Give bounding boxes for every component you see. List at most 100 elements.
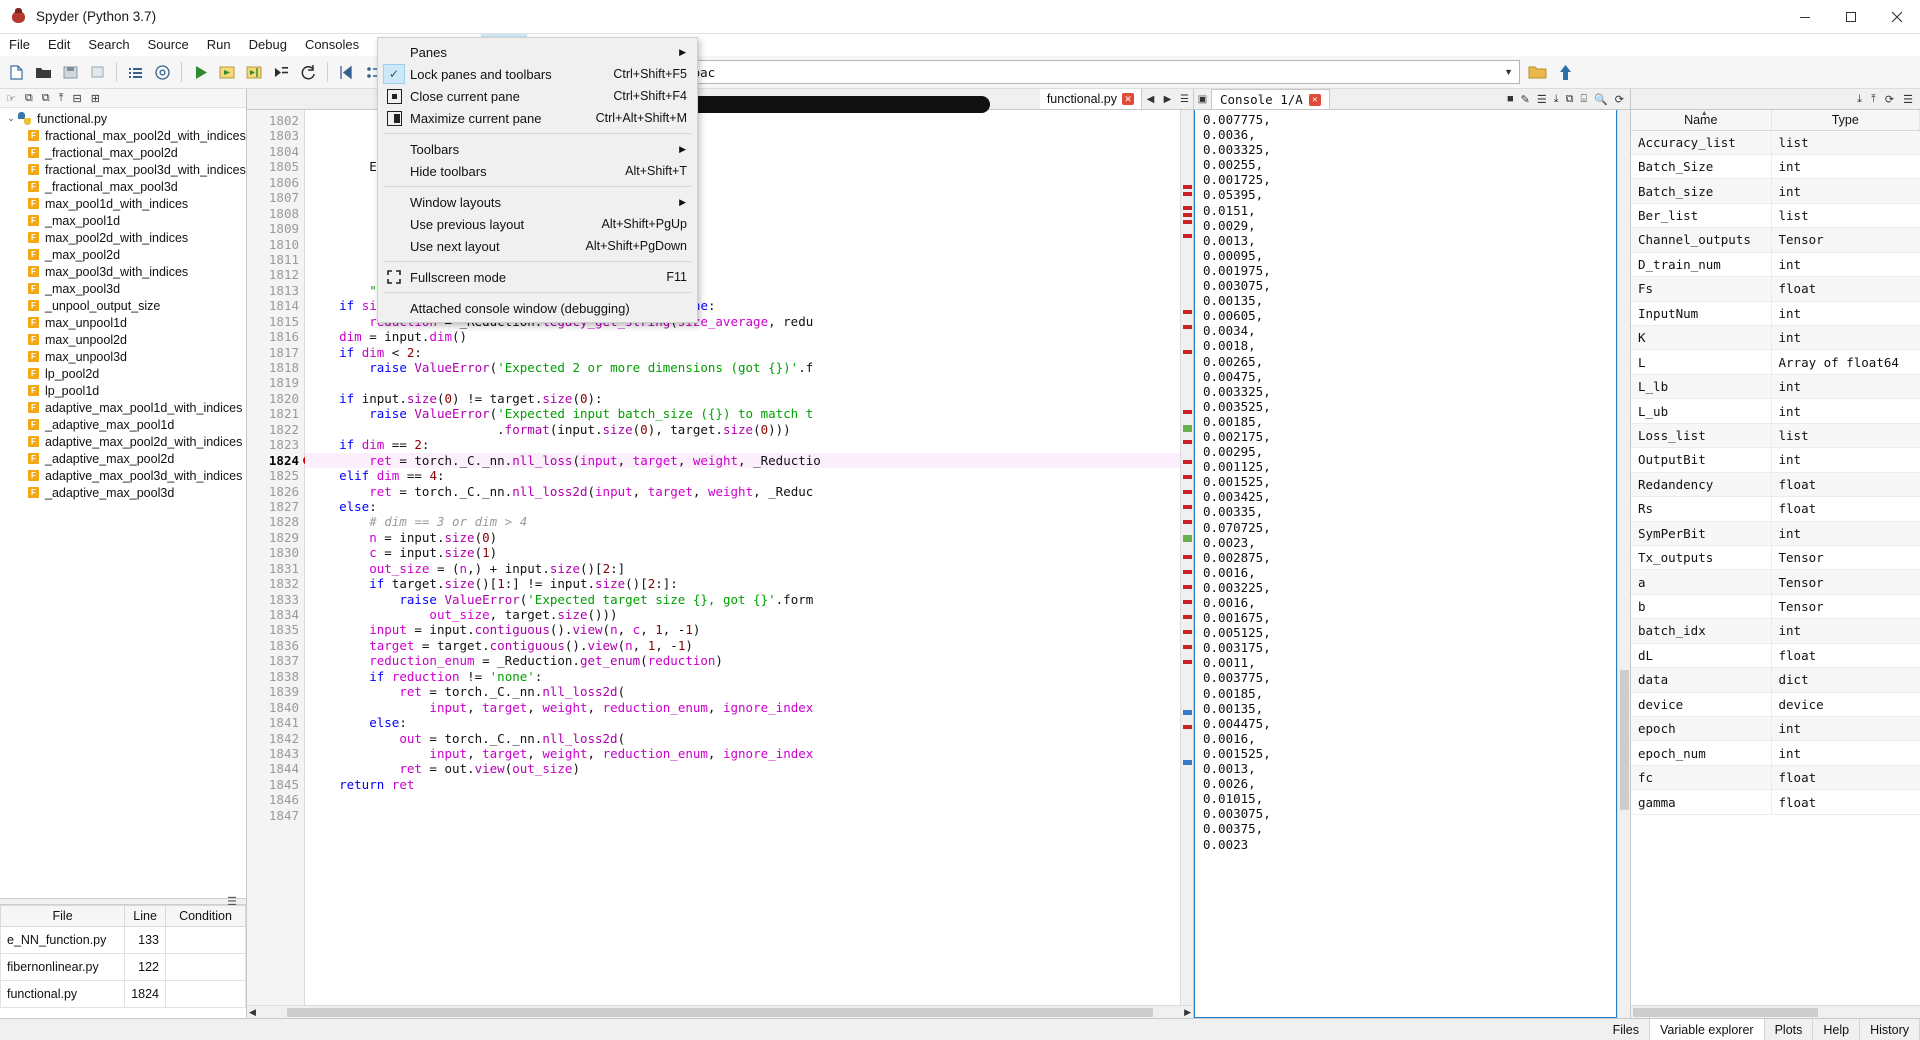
- table-row[interactable]: a Tensor: [1631, 569, 1920, 595]
- minimize-button[interactable]: [1782, 0, 1828, 34]
- code-line[interactable]: ret = out.view(out_size): [305, 761, 1180, 776]
- outline-explorer[interactable]: ⌄ functional.py Ffractional_max_pool2d_w…: [0, 108, 246, 898]
- save-all-icon[interactable]: [85, 60, 110, 85]
- table-row[interactable]: Redandency float: [1631, 472, 1920, 498]
- code-line[interactable]: [305, 792, 1180, 807]
- code-line[interactable]: target = target.contiguous().view(n, 1, …: [305, 638, 1180, 653]
- pen-icon[interactable]: ✎: [1521, 93, 1530, 106]
- outline-item[interactable]: F _max_pool2d: [0, 246, 246, 263]
- bp-col-line[interactable]: Line: [124, 905, 166, 927]
- line-number[interactable]: 1815: [247, 314, 304, 329]
- table-row[interactable]: b Tensor: [1631, 594, 1920, 620]
- outline-item[interactable]: F _unpool_output_size: [0, 297, 246, 314]
- code-line[interactable]: input = input.contiguous().view(n, c, 1,…: [305, 622, 1180, 637]
- line-number[interactable]: 1830: [247, 545, 304, 560]
- console-scrollbar[interactable]: [1617, 110, 1630, 1018]
- table-row[interactable]: epoch int: [1631, 716, 1920, 742]
- line-number[interactable]: 1831: [247, 561, 304, 576]
- bottom-tab-help[interactable]: Help: [1813, 1019, 1861, 1040]
- collapse-all-icon[interactable]: ⊟: [72, 92, 81, 105]
- save-file-icon[interactable]: [58, 60, 83, 85]
- outline-item[interactable]: F _fractional_max_pool3d: [0, 178, 246, 195]
- tab-list-icon[interactable]: ☰: [1176, 89, 1193, 109]
- variable-explorer-table-wrap[interactable]: ▲ Name Type Accuracy_list list Batch_Size i…: [1631, 110, 1920, 1005]
- panel-splitter[interactable]: ☰: [0, 896, 246, 908]
- table-row[interactable]: Fs float: [1631, 276, 1920, 302]
- line-number[interactable]: 1827: [247, 499, 304, 514]
- run-file-icon[interactable]: [188, 60, 213, 85]
- line-number[interactable]: 1809: [247, 221, 304, 236]
- line-number[interactable]: 1847: [247, 808, 304, 823]
- code-line[interactable]: dim = input.dim(): [305, 329, 1180, 344]
- menu-debug[interactable]: Debug: [240, 34, 296, 55]
- table-row[interactable]: data dict: [1631, 667, 1920, 693]
- view-menu-item-attached-console-window-debugging[interactable]: Attached console window (debugging): [378, 297, 697, 319]
- table-row[interactable]: fibernonlinear.py 122: [0, 953, 246, 981]
- list-icon[interactable]: [123, 60, 148, 85]
- code-line[interactable]: n = input.size(0): [305, 530, 1180, 545]
- table-row[interactable]: Loss_list list: [1631, 423, 1920, 449]
- line-number[interactable]: 1803: [247, 128, 304, 143]
- at-icon[interactable]: [150, 60, 175, 85]
- copy-icon[interactable]: ⧉: [1566, 93, 1574, 106]
- table-row[interactable]: epoch_num int: [1631, 740, 1920, 766]
- close-button[interactable]: [1874, 0, 1920, 34]
- line-number[interactable]: 1836: [247, 638, 304, 653]
- line-number[interactable]: 1843: [247, 746, 304, 761]
- table-row[interactable]: Accuracy_list list: [1631, 130, 1920, 155]
- view-menu-item-hide-toolbars[interactable]: Hide toolbars Alt+Shift+T: [378, 160, 697, 182]
- bottom-tab-variable-explorer[interactable]: Variable explorer: [1650, 1019, 1765, 1040]
- line-number[interactable]: 1828: [247, 514, 304, 529]
- code-line[interactable]: if input.size(0) != target.size(0):: [305, 391, 1180, 406]
- scroll-left-icon[interactable]: ◀: [249, 1007, 256, 1018]
- open-file-icon[interactable]: [31, 60, 56, 85]
- line-number[interactable]: 1829: [247, 530, 304, 545]
- code-line[interactable]: c = input.size(1): [305, 545, 1180, 560]
- code-line[interactable]: else:: [305, 715, 1180, 730]
- duplicate-icon[interactable]: ⧉: [42, 92, 50, 105]
- search-icon[interactable]: 🔍: [1594, 93, 1608, 106]
- code-line[interactable]: elif dim == 4:: [305, 468, 1180, 483]
- line-number[interactable]: 1804: [247, 144, 304, 159]
- tab-next-icon[interactable]: ▶: [1159, 89, 1176, 109]
- line-number[interactable]: 1819: [247, 375, 304, 390]
- line-number[interactable]: 1813: [247, 283, 304, 298]
- view-menu-item-maximize-current-pane[interactable]: Maximize current pane Ctrl+Alt+Shift+M: [378, 107, 697, 129]
- code-line[interactable]: raise ValueError('Expected input batch_s…: [305, 406, 1180, 421]
- editor-scrollbar[interactable]: [1180, 110, 1193, 1005]
- bottom-tab-history[interactable]: History: [1860, 1019, 1920, 1040]
- line-number[interactable]: 1846: [247, 792, 304, 807]
- outline-item[interactable]: Fadaptive_max_pool1d_with_indices: [0, 399, 246, 416]
- table-row[interactable]: Batch_size int: [1631, 178, 1920, 204]
- table-row[interactable]: functional.py 1824: [0, 980, 246, 1008]
- code-line[interactable]: out = torch._C._nn.nll_loss2d(: [305, 731, 1180, 746]
- variable-explorer-hscrollbar[interactable]: [1631, 1005, 1920, 1018]
- code-line[interactable]: input, target, weight, reduction_enum, i…: [305, 700, 1180, 715]
- line-number[interactable]: 1839: [247, 684, 304, 699]
- outline-item[interactable]: Fmax_pool1d_with_indices: [0, 195, 246, 212]
- line-number[interactable]: 1814: [247, 298, 304, 313]
- table-row[interactable]: L_ub int: [1631, 398, 1920, 424]
- editor-horizontal-scrollbar[interactable]: ◀ ▶: [247, 1005, 1193, 1018]
- outline-root-item[interactable]: ⌄ functional.py: [0, 110, 246, 127]
- table-row[interactable]: InputNum int: [1631, 301, 1920, 327]
- line-number[interactable]: 1832: [247, 576, 304, 591]
- run-cell-advance-icon[interactable]: [242, 60, 267, 85]
- run-cell-icon[interactable]: [215, 60, 240, 85]
- line-number[interactable]: 1816: [247, 329, 304, 344]
- table-row[interactable]: SymPerBit int: [1631, 521, 1920, 546]
- menu-edit[interactable]: Edit: [39, 34, 79, 55]
- table-row[interactable]: OutputBit int: [1631, 447, 1920, 473]
- debug-file-icon[interactable]: [334, 60, 359, 85]
- bottom-tab-plots[interactable]: Plots: [1765, 1019, 1814, 1040]
- line-number[interactable]: 1810: [247, 237, 304, 252]
- var-col-type[interactable]: Type: [1771, 110, 1920, 131]
- line-number[interactable]: 1837: [247, 653, 304, 668]
- editor-line-number-gutter[interactable]: 1802 1803 1804 1805 1806 1807 1808 1809 1810 1811…: [247, 110, 312, 1005]
- outline-item[interactable]: Ffractional_max_pool3d_with_indices: [0, 161, 246, 178]
- view-menu-item-use-next-layout[interactable]: Use next layout Alt+Shift+PgDown: [378, 235, 697, 257]
- line-number[interactable]: 1833: [247, 592, 304, 607]
- line-number[interactable]: 1834: [247, 607, 304, 622]
- line-number[interactable]: 1818: [247, 360, 304, 375]
- code-line[interactable]: input, target, weight, reduction_enum, i…: [305, 746, 1180, 761]
